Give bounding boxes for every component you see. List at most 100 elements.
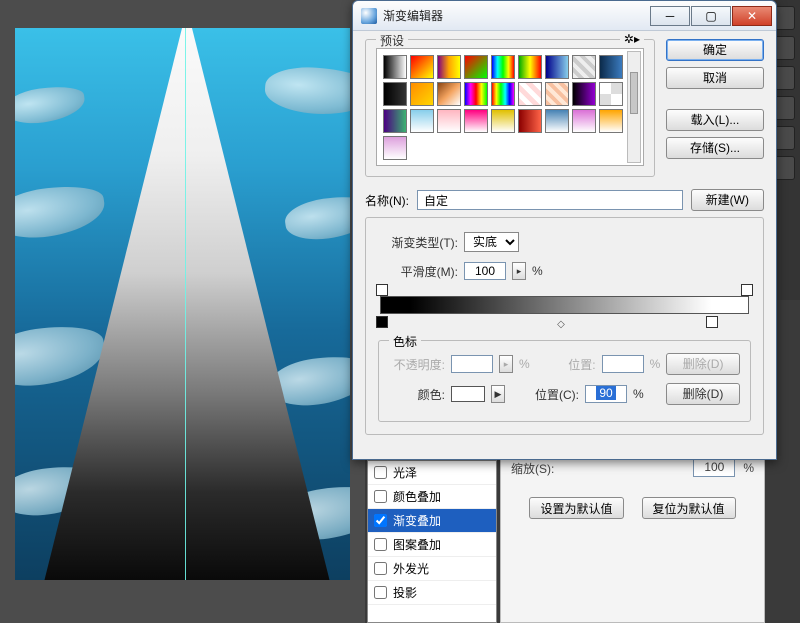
preset-swatch[interactable]	[437, 109, 461, 133]
canvas-stage	[0, 0, 365, 623]
scale-slider-track[interactable]	[562, 465, 685, 471]
preset-swatch[interactable]	[383, 136, 407, 160]
preset-swatch[interactable]	[518, 109, 542, 133]
document-canvas[interactable]	[15, 28, 350, 580]
opacity-stop-left[interactable]	[376, 284, 388, 296]
preset-scrollbar[interactable]	[627, 51, 641, 163]
color-location-input[interactable]: 90	[585, 385, 627, 403]
percent-label: %	[743, 461, 754, 475]
opacity-input	[451, 355, 493, 373]
preset-swatch[interactable]	[464, 82, 488, 106]
preset-swatch[interactable]	[518, 82, 542, 106]
color-picker-arrow[interactable]: ▶	[491, 385, 505, 403]
load-button[interactable]: 载入(L)...	[666, 109, 764, 131]
preset-swatch[interactable]	[572, 82, 596, 106]
style-row[interactable]: 外发光	[368, 557, 496, 581]
preset-swatch[interactable]	[491, 109, 515, 133]
style-checkbox[interactable]	[374, 586, 387, 599]
preset-swatch[interactable]	[437, 82, 461, 106]
opacity-location-input	[602, 355, 644, 373]
preset-swatch[interactable]	[545, 55, 569, 79]
style-checkbox[interactable]	[374, 490, 387, 503]
close-button[interactable]: ✕	[732, 6, 772, 26]
preset-swatch[interactable]	[464, 109, 488, 133]
delete-color-stop-button[interactable]: 删除(D)	[666, 383, 740, 405]
preset-swatch[interactable]	[599, 82, 623, 106]
smoothness-input[interactable]	[464, 262, 506, 280]
minimize-button[interactable]: ─	[650, 6, 690, 26]
style-checkbox[interactable]	[374, 562, 387, 575]
layer-styles-list: 光泽颜色叠加渐变叠加图案叠加外发光投影	[367, 460, 497, 623]
color-stop-left[interactable]	[376, 316, 388, 328]
name-input[interactable]	[417, 190, 683, 210]
style-row[interactable]: 投影	[368, 581, 496, 605]
preset-swatch[interactable]	[599, 55, 623, 79]
gradient-editor-dialog: 渐变编辑器 ─ ▢ ✕ 预设 ✲▸ 确定 取消 载入(L)... 存储(S)..…	[352, 0, 777, 460]
stops-group-label: 色标	[389, 333, 421, 350]
preset-swatch[interactable]	[410, 109, 434, 133]
dialog-title: 渐变编辑器	[383, 7, 650, 24]
style-row[interactable]: 渐变叠加	[368, 509, 496, 533]
fish-shape	[15, 83, 87, 128]
percent-label: %	[633, 387, 644, 401]
new-button[interactable]: 新建(W)	[691, 189, 764, 211]
opacity-stepper: ▸	[499, 355, 513, 373]
app-icon	[361, 8, 377, 24]
preset-swatch[interactable]	[599, 109, 623, 133]
opacity-stop-right[interactable]	[741, 284, 753, 296]
preset-swatch[interactable]	[572, 109, 596, 133]
preset-swatch[interactable]	[383, 55, 407, 79]
scale-label: 缩放(S):	[511, 460, 554, 477]
gradient-type-label: 渐变类型(T):	[378, 234, 458, 251]
style-label: 光泽	[393, 464, 490, 481]
preset-swatch[interactable]	[518, 55, 542, 79]
style-row[interactable]: 图案叠加	[368, 533, 496, 557]
style-checkbox[interactable]	[374, 514, 387, 527]
preset-swatch[interactable]	[410, 82, 434, 106]
gradient-bar[interactable]	[380, 296, 749, 314]
dialog-titlebar[interactable]: 渐变编辑器 ─ ▢ ✕	[353, 1, 776, 31]
preset-swatch[interactable]	[572, 55, 596, 79]
save-button[interactable]: 存储(S)...	[666, 137, 764, 159]
percent-label: %	[519, 357, 530, 371]
preset-swatch[interactable]	[491, 55, 515, 79]
maximize-button[interactable]: ▢	[691, 6, 731, 26]
style-label: 图案叠加	[393, 536, 490, 553]
defaults-panel: 缩放(S): 100 % 设置为默认值 复位为默认值	[500, 450, 765, 623]
presets-menu-icon[interactable]: ✲▸	[620, 32, 644, 46]
color-stop-right[interactable]	[706, 316, 718, 328]
percent-label: %	[650, 357, 661, 371]
name-label: 名称(N):	[365, 192, 409, 209]
gradient-type-select[interactable]: 实底	[464, 232, 519, 252]
gradient-ramp[interactable]: ◇	[380, 290, 749, 320]
preset-swatch[interactable]	[545, 82, 569, 106]
smoothness-stepper[interactable]: ▸	[512, 262, 526, 280]
midpoint-marker[interactable]: ◇	[557, 319, 565, 330]
style-row[interactable]: 颜色叠加	[368, 485, 496, 509]
preset-swatch[interactable]	[383, 82, 407, 106]
reset-default-button[interactable]: 复位为默认值	[642, 497, 736, 519]
vertical-guide[interactable]	[185, 28, 186, 580]
ok-button[interactable]: 确定	[666, 39, 764, 61]
triangle-shape	[40, 28, 334, 580]
style-checkbox[interactable]	[374, 538, 387, 551]
preset-swatch[interactable]	[464, 55, 488, 79]
style-row[interactable]: 光泽	[368, 461, 496, 485]
cancel-button[interactable]: 取消	[666, 67, 764, 89]
preset-swatch[interactable]	[545, 109, 569, 133]
set-default-button[interactable]: 设置为默认值	[529, 497, 623, 519]
color-location-label: 位置(C):	[531, 386, 579, 403]
preset-swatch[interactable]	[437, 55, 461, 79]
preset-swatch[interactable]	[491, 82, 515, 106]
style-checkbox[interactable]	[374, 466, 387, 479]
opacity-label: 不透明度:	[389, 356, 445, 373]
scale-value[interactable]: 100	[693, 459, 735, 477]
style-label: 外发光	[393, 560, 490, 577]
style-label: 渐变叠加	[393, 512, 490, 529]
style-label: 颜色叠加	[393, 488, 490, 505]
preset-swatch[interactable]	[383, 109, 407, 133]
color-swatch[interactable]	[451, 386, 485, 402]
preset-swatch[interactable]	[410, 55, 434, 79]
color-label: 颜色:	[389, 386, 445, 403]
smoothness-label: 平滑度(M):	[378, 263, 458, 280]
